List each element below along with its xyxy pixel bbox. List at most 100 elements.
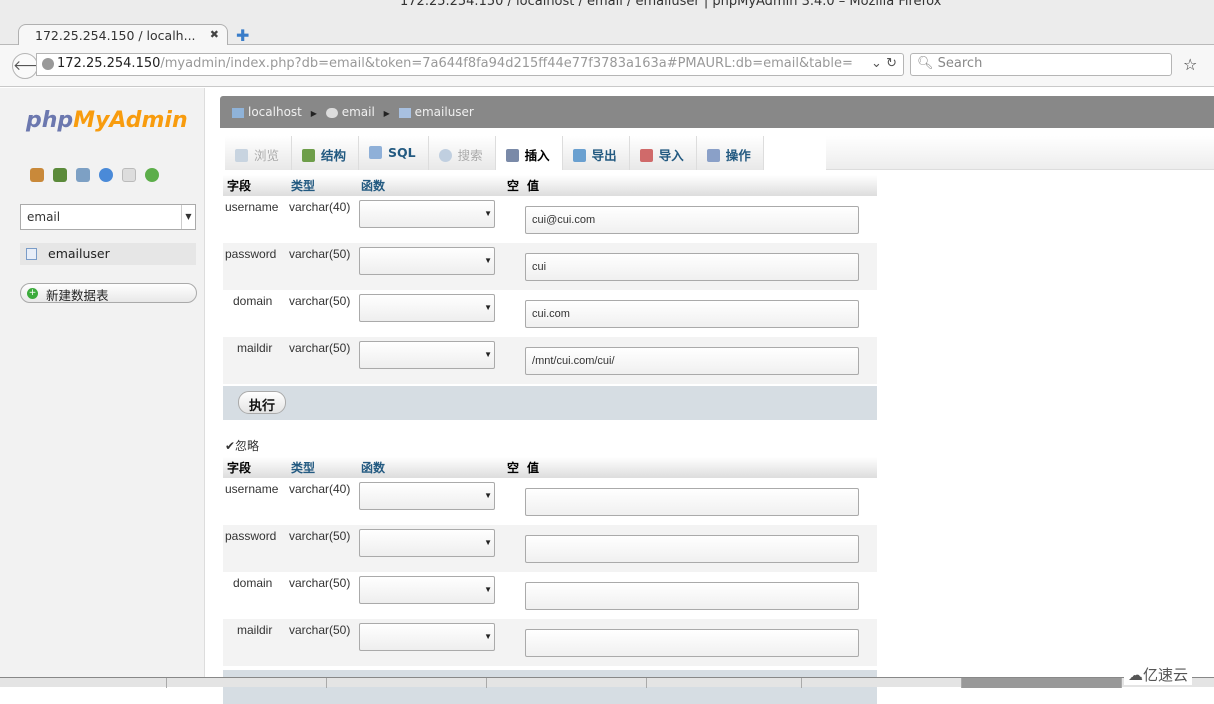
field-type: varchar(50)	[287, 290, 357, 337]
new-table-button[interactable]: + 新建数据表	[20, 283, 197, 303]
value-input[interactable]	[525, 582, 860, 610]
main-content: localhost ▶ email ▶ emailuser 浏览 结构 SQL …	[210, 93, 1214, 704]
function-select[interactable]: ▼	[359, 341, 495, 369]
breadcrumb: localhost ▶ email ▶ emailuser	[220, 96, 1214, 128]
globe-icon	[42, 58, 54, 70]
browser-tab[interactable]: 172.25.254.150 / localh... ✖	[18, 24, 228, 46]
help-icon[interactable]	[99, 168, 113, 182]
bookmark-star-icon[interactable]: ☆	[1183, 55, 1197, 74]
value-input[interactable]: cui	[525, 253, 860, 281]
function-select[interactable]: ▼	[359, 294, 495, 322]
tab-row-filler	[826, 136, 1214, 170]
back-button[interactable]: 🡐	[12, 53, 51, 79]
browser-navbar: 🡐 172.25.254.150/myadmin/index.php?db=em…	[0, 45, 1214, 87]
close-tab-icon[interactable]: ✖	[210, 28, 219, 41]
sidebar-table-emailuser[interactable]: emailuser	[20, 243, 196, 265]
table-row: password varchar(50) ▼ cui	[223, 243, 877, 290]
field-name: domain	[223, 290, 287, 337]
col-field: 字段	[223, 175, 287, 196]
field-type: varchar(40)	[287, 196, 357, 243]
field-name: username	[223, 196, 287, 243]
url-path: /myadmin/index.php?db=email&token=7a644f…	[160, 56, 853, 71]
query-window-icon[interactable]	[76, 168, 90, 182]
url-bar[interactable]: 172.25.254.150/myadmin/index.php?db=emai…	[36, 53, 904, 76]
structure-icon	[302, 149, 316, 162]
function-select[interactable]: ▼	[359, 529, 495, 557]
table-row: maildir varchar(50) ▼	[223, 619, 877, 666]
col-function[interactable]: 函数	[357, 457, 503, 478]
tab-label: SQL	[388, 145, 416, 160]
ignore-checkbox[interactable]: ✔忽略	[225, 437, 259, 454]
function-select[interactable]: ▼	[359, 623, 495, 651]
docs-icon[interactable]	[122, 168, 136, 182]
null-cell	[503, 619, 524, 666]
field-name: password	[223, 243, 287, 290]
breadcrumb-database[interactable]: email	[342, 105, 375, 119]
tab-label: 导出	[591, 148, 617, 163]
new-tab-icon[interactable]: ✚	[236, 26, 249, 45]
breadcrumb-server[interactable]: localhost	[248, 105, 302, 119]
value-input[interactable]	[525, 535, 860, 563]
null-cell	[503, 478, 524, 525]
reload-icon[interactable]: ↻	[886, 56, 897, 71]
tab-search[interactable]: 搜索	[428, 136, 496, 170]
null-cell	[503, 572, 524, 619]
field-name: password	[223, 525, 287, 572]
execute-button[interactable]: 执行	[238, 391, 286, 414]
field-type: varchar(50)	[287, 572, 357, 619]
function-select[interactable]: ▼	[359, 576, 495, 604]
null-cell	[503, 290, 524, 337]
table-row: username varchar(40) ▼	[223, 478, 877, 525]
tab-structure[interactable]: 结构	[292, 136, 360, 170]
tab-export[interactable]: 导出	[562, 136, 630, 170]
value-input[interactable]	[525, 488, 860, 516]
value-input[interactable]: /mnt/cui.com/cui/	[525, 347, 860, 375]
col-type[interactable]: 类型	[287, 175, 357, 196]
tab-label: 插入	[524, 148, 550, 163]
breadcrumb-separator-icon: ▶	[310, 109, 317, 118]
function-select[interactable]: ▼	[359, 482, 495, 510]
value-input[interactable]: cui.com	[525, 300, 860, 328]
tab-operations[interactable]: 操作	[696, 136, 764, 170]
tab-import[interactable]: 导入	[629, 136, 697, 170]
value-input[interactable]	[525, 629, 860, 657]
field-type: varchar(50)	[287, 619, 357, 666]
export-icon	[572, 149, 586, 162]
table-icon	[26, 248, 37, 260]
tab-insert[interactable]: 插入	[495, 136, 563, 170]
watermark: ☁亿速云	[1124, 664, 1193, 685]
execute-bar: 执行	[223, 386, 877, 420]
table-row: domain varchar(50) ▼ cui.com	[223, 290, 877, 337]
tab-label: 结构	[321, 148, 347, 163]
new-table-label: 新建数据表	[46, 288, 109, 303]
col-field: 字段	[223, 457, 287, 478]
watermark-text: 亿速云	[1143, 666, 1189, 684]
breadcrumb-separator-icon: ▶	[383, 109, 390, 118]
logout-icon[interactable]	[53, 168, 67, 182]
table-row: username varchar(40) ▼ cui@cui.com	[223, 196, 877, 243]
function-select[interactable]: ▼	[359, 247, 495, 275]
tab-browse[interactable]: 浏览	[225, 136, 293, 170]
field-type: varchar(50)	[287, 337, 357, 384]
phpmyadmin-logo[interactable]: phpMyAdmin	[26, 108, 188, 133]
reload-nav-icon[interactable]	[145, 168, 159, 182]
database-select[interactable]: email ▼	[20, 204, 196, 230]
value-input[interactable]: cui@cui.com	[525, 206, 860, 234]
browser-tab-title: 172.25.254.150 / localh...	[35, 28, 196, 43]
search-input[interactable]: 🔍︎ Search	[910, 53, 1172, 76]
col-type[interactable]: 类型	[287, 457, 357, 478]
breadcrumb-table[interactable]: emailuser	[415, 105, 474, 119]
plus-icon: +	[27, 288, 38, 299]
null-cell	[503, 243, 524, 290]
logo-php: php	[26, 108, 74, 133]
search-icon	[438, 149, 452, 162]
sql-icon	[369, 146, 383, 159]
search-icon: 🔍︎	[917, 56, 934, 71]
col-function[interactable]: 函数	[357, 175, 503, 196]
import-icon	[639, 149, 653, 162]
tab-sql[interactable]: SQL	[359, 136, 429, 170]
field-name: domain	[223, 572, 287, 619]
dropdown-arrow-icon[interactable]: ⌄	[871, 56, 882, 71]
function-select[interactable]: ▼	[359, 200, 495, 228]
home-icon[interactable]	[30, 168, 44, 182]
